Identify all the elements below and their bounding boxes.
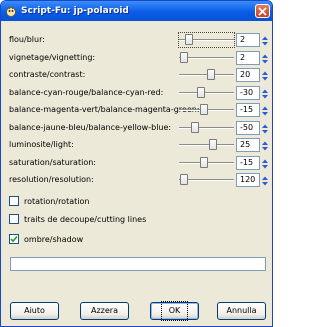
slider-thumb[interactable] bbox=[191, 122, 199, 133]
help-button-label: Aiuto bbox=[24, 306, 45, 315]
checkbox[interactable] bbox=[9, 214, 19, 224]
param-spinbox[interactable]: -15 bbox=[236, 156, 269, 170]
param-label: flou/blur: bbox=[9, 35, 45, 44]
reset-button[interactable]: Azzera bbox=[80, 302, 129, 320]
gimp-app-icon bbox=[5, 5, 17, 17]
spinbox-value[interactable]: 20 bbox=[236, 68, 260, 82]
text-input[interactable] bbox=[10, 257, 266, 271]
spinbox-arrows[interactable] bbox=[261, 174, 269, 186]
param-row: resolution/resolution: 120 bbox=[9, 173, 269, 187]
param-slider[interactable] bbox=[179, 138, 234, 152]
spin-down-icon[interactable] bbox=[261, 180, 269, 186]
window-title: Script-Fu: jp-polaroid bbox=[21, 6, 129, 16]
param-label: balance-cyan-rouge/balance-cyan-red: bbox=[9, 88, 164, 97]
spinbox-value[interactable]: 2 bbox=[236, 51, 260, 65]
spinbox-value[interactable]: -50 bbox=[236, 121, 260, 135]
spinbox-value[interactable]: 120 bbox=[236, 173, 260, 187]
param-label: balance-jaune-bleu/balance-yellow-blue: bbox=[9, 123, 172, 132]
spinbox-value[interactable]: 2 bbox=[236, 33, 260, 47]
dialog-body: flou/blur: 2 vignetage/vignetting: 2 contras… bbox=[4, 21, 269, 324]
spinbox-arrows[interactable] bbox=[261, 157, 269, 169]
slider-track bbox=[179, 92, 234, 94]
param-slider[interactable] bbox=[179, 86, 234, 100]
spinbox-value[interactable]: -15 bbox=[236, 156, 260, 170]
param-row: saturation/saturation: -15 bbox=[9, 156, 269, 170]
spin-down-icon[interactable] bbox=[261, 40, 269, 46]
spin-down-icon[interactable] bbox=[261, 163, 269, 169]
param-spinbox[interactable]: 20 bbox=[236, 68, 269, 82]
spin-down-icon[interactable] bbox=[261, 110, 269, 116]
param-slider[interactable] bbox=[178, 32, 235, 48]
spinbox-arrows[interactable] bbox=[261, 139, 269, 151]
spinbox-arrows[interactable] bbox=[261, 87, 269, 99]
spinbox-value[interactable]: -15 bbox=[236, 103, 260, 117]
param-slider[interactable] bbox=[179, 121, 234, 135]
spin-down-icon[interactable] bbox=[261, 145, 269, 151]
param-spinbox[interactable]: 25 bbox=[236, 138, 269, 152]
param-spinbox[interactable]: 120 bbox=[236, 173, 269, 187]
param-row: balance-cyan-rouge/balance-cyan-red: -30 bbox=[9, 86, 269, 100]
slider-thumb[interactable] bbox=[200, 104, 208, 115]
param-spinbox[interactable]: -30 bbox=[236, 86, 269, 100]
slider-thumb[interactable] bbox=[207, 69, 215, 80]
checkmark-icon bbox=[10, 235, 18, 243]
param-spinbox[interactable]: -50 bbox=[236, 121, 269, 135]
close-button[interactable] bbox=[255, 4, 270, 18]
param-label: vignetage/vignetting: bbox=[9, 53, 96, 62]
checkbox[interactable] bbox=[9, 234, 19, 244]
title-bar[interactable]: Script-Fu: jp-polaroid bbox=[1, 1, 272, 21]
slider-thumb[interactable] bbox=[197, 87, 205, 98]
param-label: contraste/contrast: bbox=[9, 70, 86, 79]
param-spinbox[interactable]: 2 bbox=[236, 51, 269, 65]
dialog-window: Script-Fu: jp-polaroid flou/blur: 2 vignet… bbox=[0, 0, 273, 327]
param-label: luminosite/light: bbox=[9, 140, 74, 149]
param-spinbox[interactable]: -15 bbox=[236, 103, 269, 117]
param-label: saturation/saturation: bbox=[9, 158, 96, 167]
param-slider[interactable] bbox=[179, 103, 234, 117]
spin-down-icon[interactable] bbox=[261, 75, 269, 81]
slider-thumb[interactable] bbox=[185, 34, 193, 45]
param-row: contraste/contrast: 20 bbox=[9, 68, 269, 82]
param-row: balance-jaune-bleu/balance-yellow-blue: -… bbox=[9, 121, 269, 135]
param-spinbox[interactable]: 2 bbox=[236, 33, 269, 47]
spinbox-arrows[interactable] bbox=[261, 52, 269, 64]
slider-thumb[interactable] bbox=[180, 52, 188, 63]
spin-down-icon[interactable] bbox=[261, 93, 269, 99]
spin-down-icon[interactable] bbox=[261, 58, 269, 64]
spinbox-arrows[interactable] bbox=[261, 122, 269, 134]
checkbox-label: traits de decoupe/cutting lines bbox=[24, 215, 147, 224]
spin-down-icon[interactable] bbox=[261, 128, 269, 134]
ok-button-label: OK bbox=[160, 301, 189, 321]
spinbox-arrows[interactable] bbox=[261, 34, 269, 46]
param-label: balance-magenta-vert/balance-magenta-gre… bbox=[9, 105, 200, 114]
slider-thumb[interactable] bbox=[209, 139, 217, 150]
cancel-button[interactable]: Annulla bbox=[217, 302, 266, 320]
close-icon bbox=[258, 7, 267, 16]
spinbox-arrows[interactable] bbox=[261, 69, 269, 81]
checkbox-label: rotation/rotation bbox=[24, 197, 90, 206]
param-label: resolution/resolution: bbox=[9, 175, 94, 184]
slider-track bbox=[179, 144, 234, 146]
slider-thumb[interactable] bbox=[200, 157, 208, 168]
slider-track bbox=[179, 127, 234, 129]
checkbox[interactable] bbox=[9, 196, 19, 206]
reset-button-label: Azzera bbox=[91, 306, 118, 315]
param-row: luminosite/light: 25 bbox=[9, 138, 269, 152]
cancel-button-label: Annulla bbox=[226, 306, 257, 315]
param-slider[interactable] bbox=[179, 156, 234, 170]
spinbox-value[interactable]: -30 bbox=[236, 86, 260, 100]
spinbox-value[interactable]: 25 bbox=[236, 138, 260, 152]
param-slider[interactable] bbox=[179, 68, 234, 82]
param-row: balance-magenta-vert/balance-magenta-gre… bbox=[9, 103, 269, 117]
ok-button[interactable]: OK bbox=[150, 301, 199, 321]
spinbox-arrows[interactable] bbox=[261, 104, 269, 116]
param-row: flou/blur: 2 bbox=[9, 32, 269, 48]
param-slider[interactable] bbox=[179, 173, 234, 187]
checkbox-label: ombre/shadow bbox=[24, 235, 84, 244]
help-button[interactable]: Aiuto bbox=[10, 302, 59, 320]
param-slider[interactable] bbox=[179, 51, 234, 65]
slider-thumb[interactable] bbox=[180, 174, 188, 185]
param-row: vignetage/vignetting: 2 bbox=[9, 51, 269, 65]
